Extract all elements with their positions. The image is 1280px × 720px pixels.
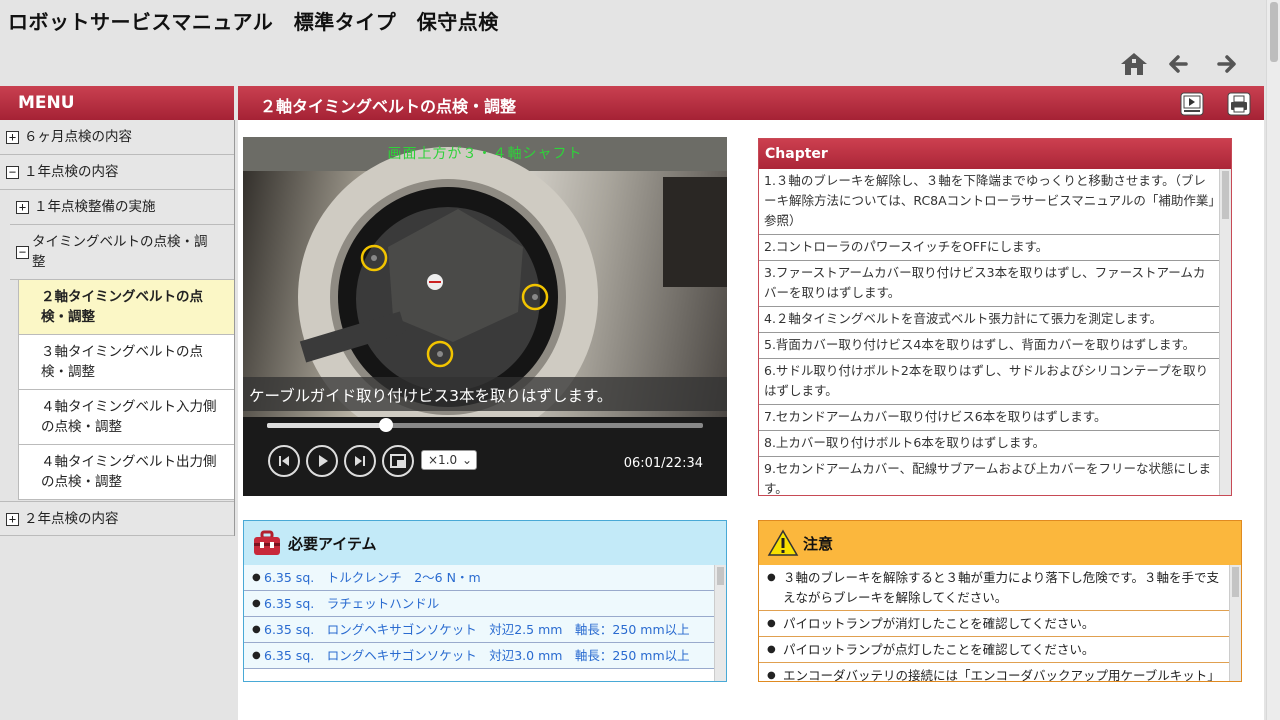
seek-handle[interactable] xyxy=(379,418,394,432)
chapter-item[interactable]: 5.背面カバー取り付けビス4本を取りはずし、背面カバーを取りはずします。 xyxy=(759,333,1221,359)
playback-speed-value: ×1.0 xyxy=(428,453,458,467)
sidebar-item-label: ４軸タイミングベルト出力側の点検・調整 xyxy=(41,454,217,490)
top-navigation xyxy=(1118,50,1242,78)
warning-icon xyxy=(767,529,799,561)
chapter-scrollbar-thumb[interactable] xyxy=(1222,171,1229,219)
expand-icon[interactable]: + xyxy=(6,131,19,144)
home-icon[interactable] xyxy=(1118,50,1150,78)
video-player[interactable]: 画面上方が３・４軸シャフト ケーブルガイド取り付けビス3本を取りはずします。 ×… xyxy=(243,137,727,496)
sidebar-item-label: １年点検整備の実施 xyxy=(34,199,156,215)
caution-panel: 注意 ３軸のブレーキを解除すると３軸が重力により落下し危険です。３軸を手で支えな… xyxy=(758,520,1242,682)
video-frame[interactable]: 画面上方が３・４軸シャフト ケーブルガイド取り付けビス3本を取りはずします。 xyxy=(243,137,727,417)
sidebar-item-label: ２年点検の内容 xyxy=(24,511,119,527)
required-items-panel: 必要アイテム 6.35 sq. トルクレンチ 2～6 N・m 6.35 sq. … xyxy=(243,520,727,682)
required-items-header: 必要アイテム xyxy=(244,521,726,565)
skip-back-button[interactable] xyxy=(268,445,300,477)
chapter-item[interactable]: 1.３軸のブレーキを解除し、３軸を下降端までゆっくりと移動させます。（ブレーキ解… xyxy=(759,169,1221,235)
chapter-item[interactable]: 3.ファーストアームカバー取り付けビス3本を取りはずし、ファーストアームカバーを… xyxy=(759,261,1221,307)
chapter-scrollbar[interactable] xyxy=(1219,169,1231,495)
chapter-item[interactable]: 9.セカンドアームカバー、配線サブアームおよび上カバーをフリーな状態にします。 xyxy=(759,457,1221,495)
chapter-panel: Chapter 1.３軸のブレーキを解除し、３軸を下降端までゆっくりと移動させま… xyxy=(758,138,1232,496)
picture-in-picture-button[interactable] xyxy=(382,445,414,477)
sidebar-item-1year-maintenance[interactable]: + １年点検整備の実施 xyxy=(10,190,234,225)
sidebar-item-axis4-output-belt[interactable]: ４軸タイミングベルト出力側の点検・調整 xyxy=(18,445,234,500)
expand-icon[interactable]: + xyxy=(6,513,19,526)
collapse-icon[interactable]: − xyxy=(6,166,19,179)
toolbox-icon xyxy=(252,529,282,561)
chapter-header: Chapter xyxy=(759,139,1231,169)
item-link[interactable]: 6.35 sq. トルクレンチ 2～6 N・m xyxy=(244,565,716,591)
chapter-item[interactable]: 8.上カバー取り付けボルト6本を取りはずします。 xyxy=(759,431,1221,457)
chapter-item[interactable]: 4.２軸タイミングベルトを音波式ベルト張力計にて張力を測定します。 xyxy=(759,307,1221,333)
video-overlay-caption: 画面上方が３・４軸シャフト xyxy=(387,146,583,162)
arrow-right-icon[interactable] xyxy=(1210,50,1242,78)
seek-bar[interactable] xyxy=(267,418,703,432)
print-icon[interactable] xyxy=(1227,92,1251,116)
video-time: 06:01/22:34 xyxy=(623,456,703,471)
sidebar-item-6month[interactable]: + ６ヶ月点検の内容 xyxy=(0,120,234,155)
caution-scrollbar[interactable] xyxy=(1229,565,1241,681)
chapter-item[interactable]: 6.サドル取り付けボルト2本を取りはずし、サドルおよびシリコンテープを取りはずし… xyxy=(759,359,1221,405)
video-icon[interactable] xyxy=(1180,92,1204,116)
page-scrollbar[interactable] xyxy=(1266,0,1280,720)
caution-item: パイロットランプが消灯したことを確認してください。 xyxy=(759,611,1231,637)
page-scrollbar-thumb[interactable] xyxy=(1270,2,1278,62)
chevron-down-icon: ⌄ xyxy=(461,453,472,467)
items-scrollbar-thumb[interactable] xyxy=(717,567,724,585)
item-link[interactable]: 6.35 sq. ロングヘキサゴンソケット 対辺2.5 mm 軸長：250 mm… xyxy=(244,617,716,643)
skip-forward-button[interactable] xyxy=(344,445,376,477)
sidebar-item-axis3-belt[interactable]: ３軸タイミングベルトの点検・調整 xyxy=(18,335,234,390)
seek-progress xyxy=(267,423,387,428)
sidebar-item-timing-belt[interactable]: − タイミングベルトの点検・調整 xyxy=(10,225,234,280)
caution-scrollbar-thumb[interactable] xyxy=(1232,567,1239,597)
arrow-left-icon[interactable] xyxy=(1164,50,1196,78)
items-scrollbar[interactable] xyxy=(714,565,726,681)
item-link[interactable]: 6.35 sq. ラチェットハンドル xyxy=(244,591,716,617)
playback-speed-select[interactable]: ×1.0 ⌄ xyxy=(421,450,477,470)
required-items-list: 6.35 sq. トルクレンチ 2～6 N・m 6.35 sq. ラチェットハン… xyxy=(244,565,716,681)
sidebar-item-label: ４軸タイミングベルト入力側の点検・調整 xyxy=(41,399,217,435)
menu-header: MENU xyxy=(0,86,234,120)
sidebar-item-label: ６ヶ月点検の内容 xyxy=(24,129,132,145)
caution-header: 注意 xyxy=(759,521,1241,565)
chapter-list: 1.３軸のブレーキを解除し、３軸を下降端までゆっくりと移動させます。（ブレーキ解… xyxy=(759,169,1221,495)
app-title: ロボットサービスマニュアル 標準タイプ 保守点検 xyxy=(8,10,499,34)
caution-item: パイロットランプが点灯したことを確認してください。 xyxy=(759,637,1231,663)
sidebar: + ６ヶ月点検の内容 − １年点検の内容 + １年点検整備の実施 − タイミング… xyxy=(0,120,235,536)
expand-icon[interactable]: + xyxy=(16,201,29,214)
chapter-item[interactable]: 7.セカンドアームカバー取り付けビス6本を取りはずします。 xyxy=(759,405,1221,431)
chapter-item[interactable]: 2.コントローラのパワースイッチをOFFにします。 xyxy=(759,235,1221,261)
sidebar-item-label: １年点検の内容 xyxy=(24,164,119,180)
play-button[interactable] xyxy=(306,445,338,477)
sidebar-item-1year[interactable]: − １年点検の内容 xyxy=(0,155,234,190)
sidebar-item-2year[interactable]: + ２年点検の内容 xyxy=(0,501,234,536)
sidebar-item-label: ２軸タイミングベルトの点検・調整 xyxy=(41,289,203,325)
caution-item: エンコーダバッテリの接続には「エンコーダバックアップ用ケーブルキット」を使用して… xyxy=(759,663,1231,681)
sidebar-item-label: タイミングベルトの点検・調整 xyxy=(32,234,208,270)
video-subtitle: ケーブルガイド取り付けビス3本を取りはずします。 xyxy=(243,377,727,411)
item-link[interactable]: 6.35 sq. ロングヘキサゴンソケット 対辺3.0 mm 軸長：250 mm… xyxy=(244,643,716,669)
sidebar-item-label: ３軸タイミングベルトの点検・調整 xyxy=(41,344,203,380)
page-title: ２軸タイミングベルトの点検・調整 xyxy=(238,86,1264,120)
caution-title: 注意 xyxy=(803,535,834,553)
caution-item: ３軸のブレーキを解除すると３軸が重力により落下し危険です。３軸を手で支えながらブ… xyxy=(759,565,1231,611)
required-items-title: 必要アイテム xyxy=(288,535,377,553)
video-scene-image xyxy=(243,137,727,417)
sidebar-item-axis4-input-belt[interactable]: ４軸タイミングベルト入力側の点検・調整 xyxy=(18,390,234,445)
sidebar-item-axis2-belt[interactable]: ２軸タイミングベルトの点検・調整 xyxy=(18,280,234,335)
caution-list: ３軸のブレーキを解除すると３軸が重力により落下し危険です。３軸を手で支えながらブ… xyxy=(759,565,1231,681)
collapse-icon[interactable]: − xyxy=(16,246,29,259)
